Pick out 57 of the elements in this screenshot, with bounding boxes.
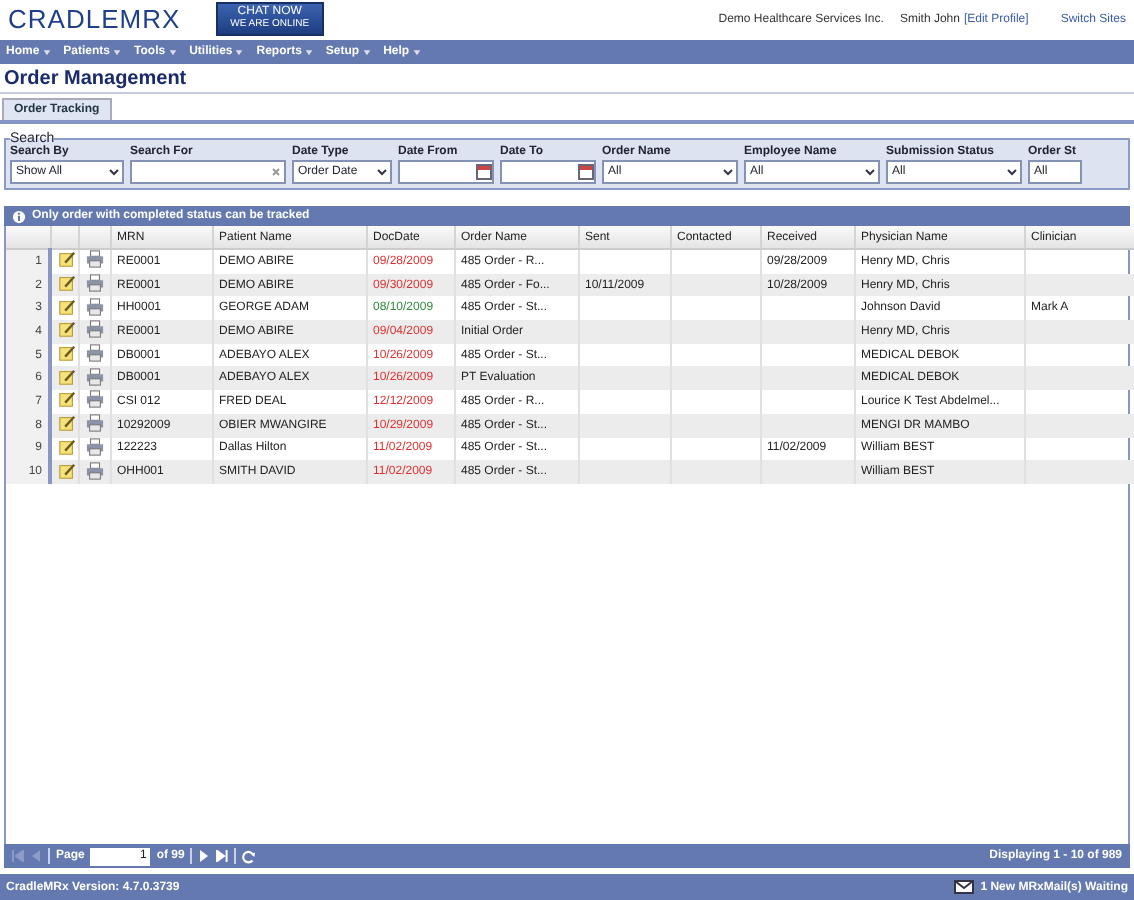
table-cell xyxy=(578,320,670,344)
pencil-icon[interactable] xyxy=(58,414,76,433)
table-cell xyxy=(760,460,854,484)
table-cell xyxy=(1024,320,1134,344)
date-field[interactable] xyxy=(398,160,494,184)
table-cell xyxy=(760,320,854,344)
date-field[interactable] xyxy=(500,160,596,184)
caret-icon[interactable] xyxy=(167,46,178,58)
table-cell xyxy=(578,460,670,484)
page-title: Order Management xyxy=(0,64,1134,94)
refresh-icon[interactable] xyxy=(242,849,257,863)
pencil-icon[interactable] xyxy=(58,437,76,456)
caret-icon[interactable] xyxy=(411,46,422,58)
table-cell xyxy=(760,366,854,391)
last-page-icon[interactable] xyxy=(216,850,229,862)
clear-icon[interactable] xyxy=(268,164,284,180)
pencil-icon[interactable] xyxy=(58,461,76,480)
calendar-icon[interactable] xyxy=(476,164,492,180)
caret-icon[interactable] xyxy=(361,46,372,58)
table-cell xyxy=(1024,413,1134,437)
table-cell xyxy=(1024,366,1134,391)
envelope-icon[interactable] xyxy=(954,880,975,894)
next-page-icon[interactable] xyxy=(198,850,211,862)
printer-icon[interactable] xyxy=(85,414,103,433)
caret-icon[interactable] xyxy=(303,46,314,58)
table-cell xyxy=(670,413,760,437)
pencil-icon[interactable] xyxy=(58,250,76,269)
printer-icon[interactable] xyxy=(85,320,103,339)
table-cell xyxy=(1024,273,1134,297)
table-cell xyxy=(670,366,760,391)
table-cell xyxy=(670,460,760,484)
printer-icon[interactable] xyxy=(85,274,103,293)
printer-icon[interactable] xyxy=(85,367,103,386)
printer-icon[interactable] xyxy=(85,344,103,363)
caret-icon[interactable] xyxy=(234,46,245,58)
printer-icon[interactable] xyxy=(85,437,103,456)
caret-icon[interactable] xyxy=(41,46,52,58)
table-cell xyxy=(670,320,760,344)
printer-icon[interactable] xyxy=(85,250,103,269)
table-cell xyxy=(578,413,670,437)
caret-icon[interactable] xyxy=(112,46,123,58)
table-cell xyxy=(578,366,670,391)
printer-icon[interactable] xyxy=(85,297,103,316)
printer-icon[interactable] xyxy=(85,461,103,480)
table-cell xyxy=(670,273,760,297)
pencil-icon[interactable] xyxy=(58,320,76,339)
pencil-icon[interactable] xyxy=(58,297,76,316)
pencil-icon[interactable] xyxy=(58,390,76,409)
logo: CRADLEMRX xyxy=(8,4,181,34)
search-field[interactable] xyxy=(130,160,286,184)
table-cell xyxy=(1024,460,1134,484)
printer-icon[interactable] xyxy=(85,390,103,409)
pencil-icon[interactable] xyxy=(58,367,76,386)
table-cell xyxy=(760,413,854,437)
pencil-icon[interactable] xyxy=(58,344,76,363)
pencil-icon[interactable] xyxy=(58,274,76,293)
calendar-icon[interactable] xyxy=(578,164,594,180)
